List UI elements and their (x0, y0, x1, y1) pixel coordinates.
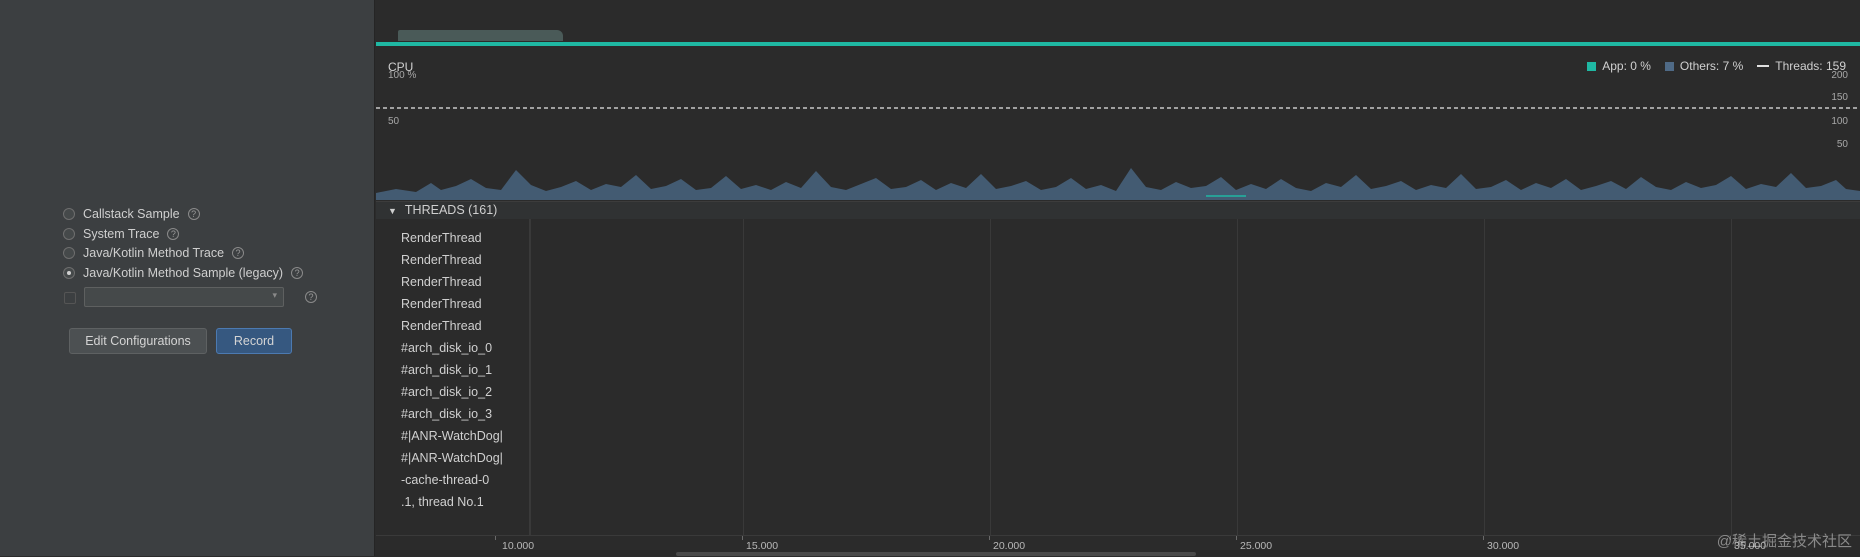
time-label: 25.000 (1240, 540, 1273, 552)
edit-configurations-button[interactable]: Edit Configurations (69, 328, 207, 354)
radio-method-trace[interactable] (63, 247, 75, 259)
help-icon[interactable]: ? (232, 247, 245, 259)
thread-list: RenderThread RenderThread RenderThread R… (376, 219, 526, 535)
thread-item[interactable]: RenderThread (401, 297, 482, 311)
help-icon[interactable]: ? (305, 291, 317, 303)
threads-count-label: THREADS (161) (404, 203, 498, 217)
thread-item[interactable]: #|ANR-WatchDog| (401, 451, 503, 465)
thread-item[interactable]: #arch_disk_io_3 (401, 407, 492, 421)
time-gridline (743, 219, 744, 535)
legend-app-label: App: 0 % (1602, 59, 1651, 73)
recording-config-panel: Callstack Sample ? System Trace ? Java/K… (0, 0, 375, 556)
radio-callstack-sample[interactable] (63, 208, 75, 220)
chevron-down-icon: ▾ (272, 290, 277, 300)
others-swatch-icon (1664, 61, 1674, 71)
app-swatch-icon (1587, 61, 1597, 71)
time-gridline (990, 219, 991, 535)
cpu-axis-label-50: 50 (388, 116, 400, 127)
thread-item[interactable]: .1, thread No.1 (401, 495, 484, 509)
option-label: Java/Kotlin Method Trace (83, 246, 225, 260)
cpu-axis-label-100: 100 % (388, 70, 417, 81)
help-icon[interactable]: ? (187, 208, 200, 220)
option-method-trace[interactable]: Java/Kotlin Method Trace ? (63, 244, 245, 262)
time-gridline (1237, 219, 1238, 535)
profiler-timeline: CPU 100 % 50 200 150 100 50 App: 0 % Oth… (376, 0, 1860, 557)
record-button[interactable]: Record (216, 328, 292, 354)
thread-item[interactable]: #arch_disk_io_2 (401, 385, 492, 399)
time-tick (1483, 536, 1484, 540)
help-icon[interactable]: ? (291, 267, 304, 279)
thread-item[interactable]: RenderThread (401, 319, 482, 333)
custom-config-checkbox[interactable] (64, 292, 76, 304)
cpu-usage-panel[interactable]: CPU 100 % 50 200 150 100 50 App: 0 % Oth… (376, 50, 1860, 200)
thread-item[interactable]: -cache-thread-0 (401, 473, 489, 487)
time-tick (742, 536, 743, 540)
option-callstack-sample[interactable]: Callstack Sample ? (63, 205, 200, 223)
legend-others-label: Others: 7 % (1679, 59, 1744, 73)
legend-app: App: 0 % (1587, 59, 1651, 73)
watermark: @稀土掘金技术社区 (1716, 533, 1852, 550)
thread-activity-area[interactable] (529, 219, 1860, 535)
radio-method-sample-legacy[interactable] (63, 267, 75, 279)
thread-item[interactable]: #arch_disk_io_0 (401, 341, 492, 355)
threads-axis-label-150: 150 (1831, 92, 1848, 103)
thread-item[interactable]: #|ANR-WatchDog| (401, 429, 503, 443)
legend-threads-label: Threads: 159 (1775, 59, 1846, 73)
option-label: System Trace (83, 227, 160, 241)
threads-axis-label-100: 100 (1831, 116, 1848, 127)
option-label: Java/Kotlin Method Sample (legacy) (83, 266, 284, 280)
time-tick (1236, 536, 1237, 540)
thread-item[interactable]: #arch_disk_io_1 (401, 363, 492, 377)
threads-dash-icon (1757, 65, 1770, 67)
option-system-trace[interactable]: System Trace ? (63, 225, 180, 243)
threads-section-header[interactable]: ▼ THREADS (161) (376, 201, 1860, 219)
threads-axis-label-50: 50 (1836, 139, 1848, 150)
time-tick (495, 536, 496, 540)
time-label: 10.000 (502, 540, 535, 552)
session-strip (376, 0, 1860, 44)
time-label: 15.000 (746, 540, 779, 552)
thread-item[interactable]: RenderThread (401, 231, 482, 245)
collapse-arrow-icon[interactable]: ▼ (388, 206, 397, 216)
legend-others: Others: 7 % (1664, 59, 1744, 73)
cpu-legend: App: 0 % Others: 7 % Threads: 159 (1573, 59, 1846, 73)
option-label: Callstack Sample (83, 207, 180, 221)
time-gridline (1484, 219, 1485, 535)
time-label: 30.000 (1487, 540, 1520, 552)
radio-system-trace[interactable] (63, 228, 75, 240)
threads-header-label: ▼ THREADS (161) (388, 203, 497, 217)
thread-item[interactable]: RenderThread (401, 275, 482, 289)
thread-item[interactable]: RenderThread (401, 253, 482, 267)
time-gridline (530, 219, 531, 535)
session-tab[interactable] (398, 30, 563, 41)
legend-threads: Threads: 159 (1757, 59, 1846, 73)
time-label: 20.000 (993, 540, 1026, 552)
time-gridline (1731, 219, 1732, 535)
custom-config-dropdown[interactable]: ▾ (84, 287, 284, 307)
others-cpu-area (376, 168, 1860, 200)
app-activity-bar (376, 42, 1860, 46)
option-method-sample-legacy[interactable]: Java/Kotlin Method Sample (legacy) ? (63, 264, 304, 282)
help-icon[interactable]: ? (167, 228, 180, 240)
time-tick (989, 536, 990, 540)
horizontal-scrollbar[interactable] (676, 552, 1196, 556)
